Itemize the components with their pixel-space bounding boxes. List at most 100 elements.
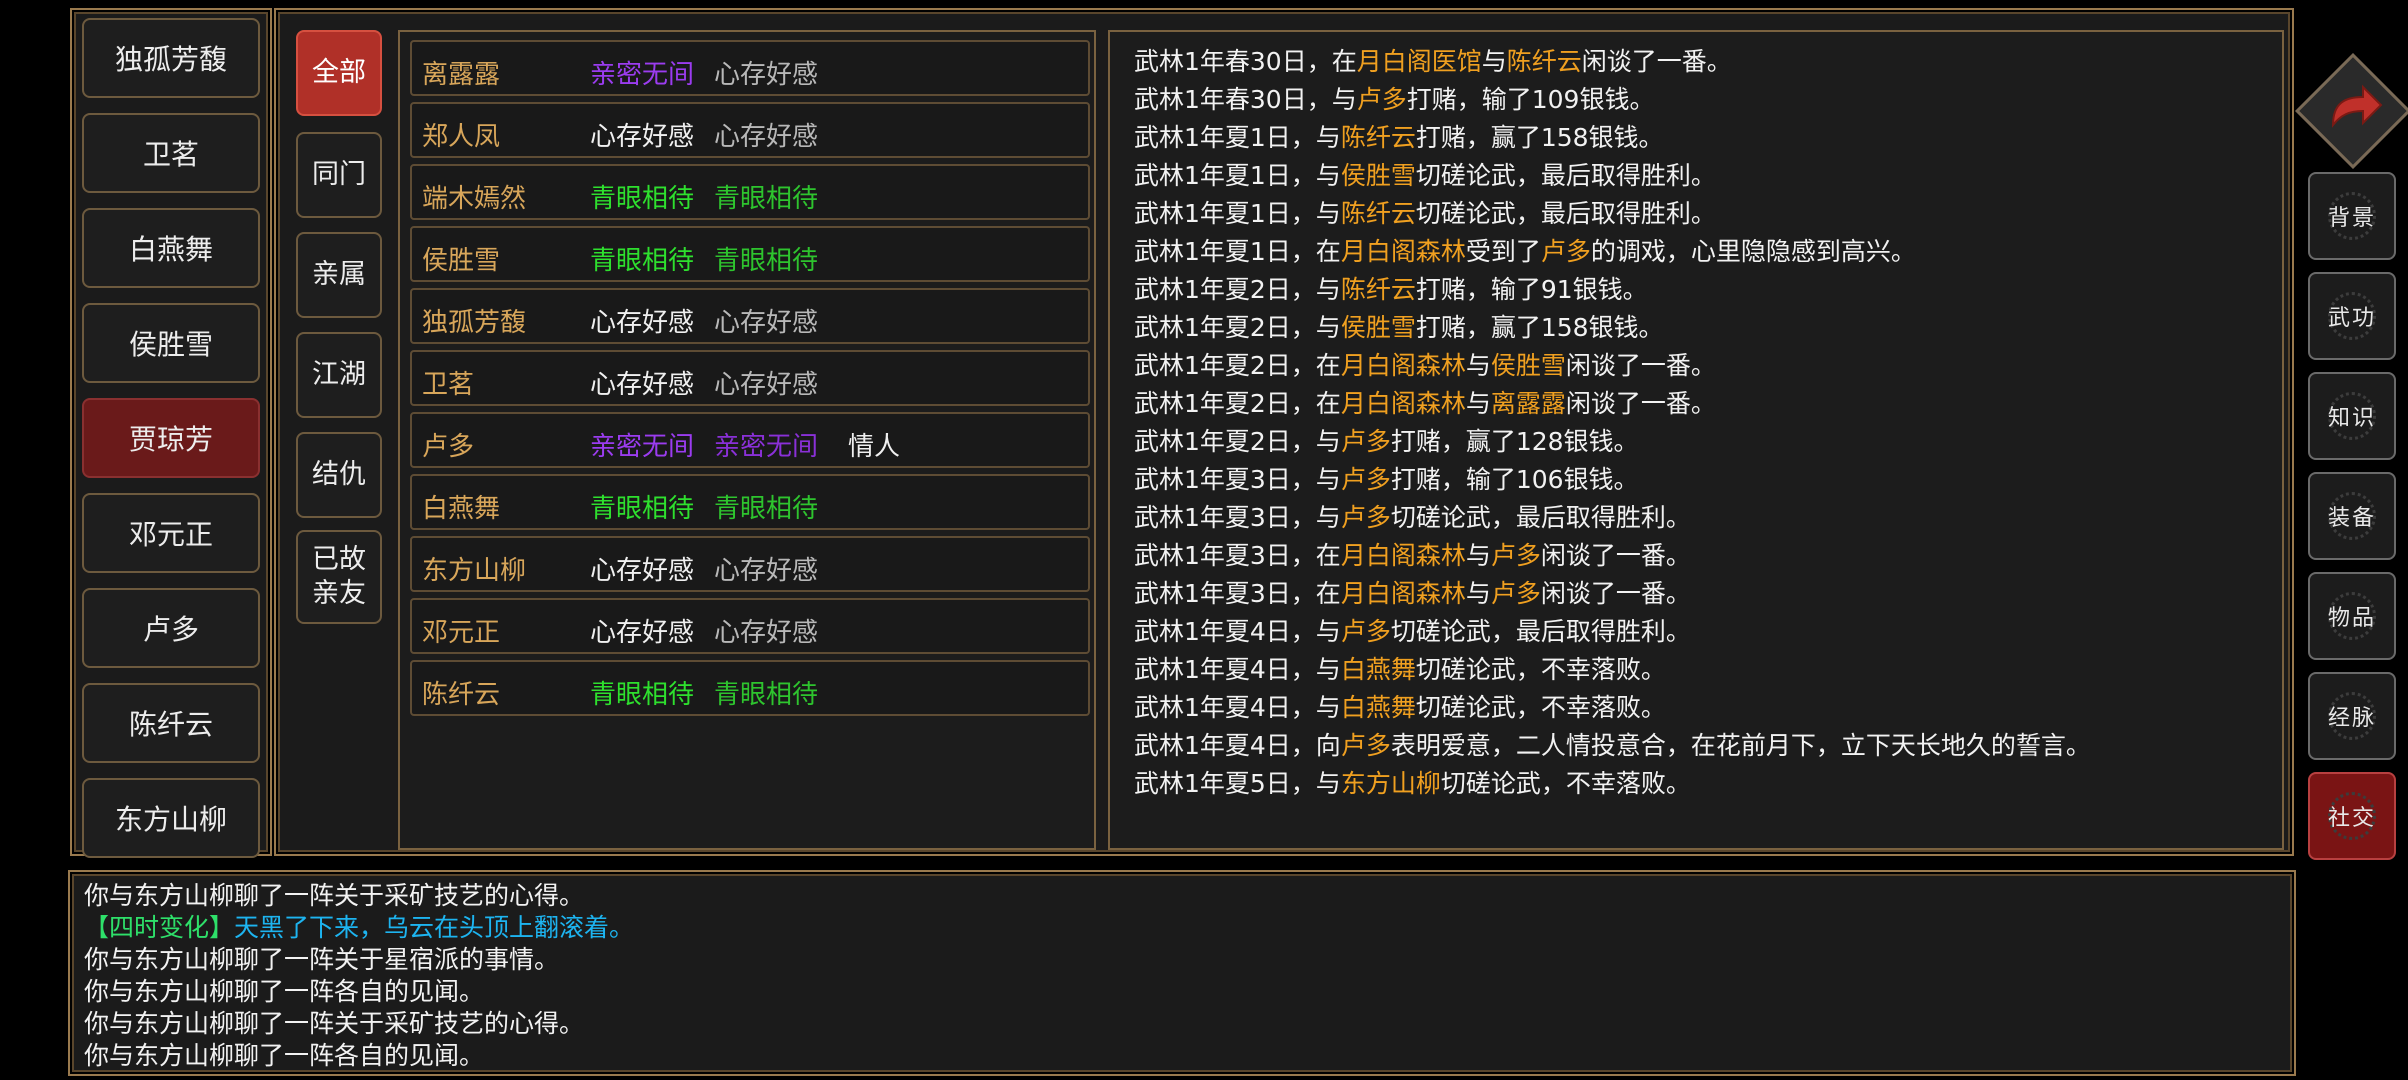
relations-main-panel: 离露露 亲密无间 心存好感 郑人凤 心存好感 心存好感 端木嫣然 青眼相待 青眼相待 侯胜雪 青眼相… <box>274 8 2294 856</box>
relation-attitude-self: 心存好感 <box>590 556 695 586</box>
relation-attitude-other: 青眼相待 <box>714 680 819 710</box>
relation-status: 情人 <box>848 432 901 462</box>
relation-attitude-self: 心存好感 <box>590 308 695 338</box>
relation-row[interactable]: 卢多 亲密无间 亲密无间 情人 <box>410 412 1090 468</box>
log-text: 与 <box>1481 47 1507 76</box>
log-text: 切磋论武，最后取得胜利。 <box>1415 161 1716 190</box>
side-menu-button[interactable]: 经脉 <box>2308 672 2396 760</box>
category-tab[interactable]: 结仇 <box>296 432 382 518</box>
character-button[interactable]: 侯胜雪 <box>82 303 260 383</box>
chat-message: 你与东方山柳聊了一阵关于采矿技艺的心得。 <box>84 1004 584 1040</box>
relation-name: 侯胜雪 <box>422 246 501 276</box>
log-text: 与 <box>1465 579 1491 608</box>
character-button[interactable]: 陈纤云 <box>82 683 260 763</box>
log-highlight: 月白阁森林 <box>1340 541 1466 570</box>
category-label: 亲属 <box>312 259 366 290</box>
log-entry: 武林1年春30日，在月白阁医馆与陈纤云闲谈了一番。 <box>1134 42 1732 78</box>
log-highlight: 陈纤云 <box>1340 275 1416 304</box>
relation-name: 卫茗 <box>422 370 475 400</box>
log-entry: 武林1年夏4日，与白燕舞切磋论武，不幸落败。 <box>1134 650 1666 686</box>
category-tab[interactable]: 已故 亲友 <box>296 530 382 624</box>
relation-attitude-self: 青眼相待 <box>590 246 695 276</box>
character-button[interactable]: 卫茗 <box>82 113 260 193</box>
event-log[interactable]: 武林1年春30日，在月白阁医馆与陈纤云闲谈了一番。 武林1年春30日，与卢多打赌，… <box>1108 30 2284 850</box>
side-menu-label: 知识 <box>2327 406 2376 431</box>
relation-row[interactable]: 陈纤云 青眼相待 青眼相待 <box>410 660 1090 716</box>
relation-row[interactable]: 端木嫣然 青眼相待 青眼相待 <box>410 164 1090 220</box>
log-text: 打赌，赢了128银钱。 <box>1390 427 1639 456</box>
log-entry: 武林1年夏3日，与卢多打赌，输了106银钱。 <box>1134 460 1639 496</box>
side-menu-button[interactable]: 知识 <box>2308 372 2396 460</box>
relation-attitude-self: 心存好感 <box>590 122 695 152</box>
log-entry: 武林1年夏1日，与陈纤云切磋论武，最后取得胜利。 <box>1134 194 1716 230</box>
log-highlight: 月白阁医馆 <box>1356 47 1482 76</box>
relation-row[interactable]: 邓元正 心存好感 心存好感 <box>410 598 1090 654</box>
side-menu-button[interactable]: 社交 <box>2308 772 2396 860</box>
category-label: 江湖 <box>312 359 366 390</box>
log-text: 与 <box>1465 389 1491 418</box>
back-arrow-button[interactable] <box>2295 53 2408 169</box>
category-tab[interactable]: 江湖 <box>296 332 382 418</box>
log-text: 武林1年夏2日，在 <box>1134 351 1341 380</box>
relation-row[interactable]: 郑人凤 心存好感 心存好感 <box>410 102 1090 158</box>
character-button[interactable]: 卢多 <box>82 588 260 668</box>
side-menu-button[interactable]: 装备 <box>2308 472 2396 560</box>
side-menu-button[interactable]: 武功 <box>2308 272 2396 360</box>
side-menu-button[interactable]: 背景 <box>2308 172 2396 260</box>
log-entry: 武林1年夏4日，与白燕舞切磋论武，不幸落败。 <box>1134 688 1666 724</box>
character-name: 侯胜雪 <box>128 328 213 361</box>
character-name: 白燕舞 <box>128 233 213 266</box>
character-button[interactable]: 白燕舞 <box>82 208 260 288</box>
relation-name: 卢多 <box>422 432 475 462</box>
relation-row[interactable]: 卫茗 心存好感 心存好感 <box>410 350 1090 406</box>
log-text: 武林1年夏1日，与 <box>1134 199 1341 228</box>
log-entry: 武林1年夏5日，与东方山柳切磋论武，不幸落败。 <box>1134 764 1691 800</box>
category-tab[interactable]: 同门 <box>296 132 382 218</box>
log-text: 与 <box>1465 541 1491 570</box>
relation-row[interactable]: 白燕舞 青眼相待 青眼相待 <box>410 474 1090 530</box>
log-text: 武林1年春30日，在 <box>1134 47 1357 76</box>
side-menu-label: 武功 <box>2327 306 2376 331</box>
character-button[interactable]: 东方山柳 <box>82 778 260 858</box>
log-text: 打赌，赢了158银钱。 <box>1415 313 1664 342</box>
message-log[interactable]: 你与东方山柳聊了一阵关于采矿技艺的心得。 【四时变化】天黑了下来，乌云在头顶上翻滚… <box>68 870 2296 1076</box>
relation-attitude-other: 青眼相待 <box>714 494 819 524</box>
relation-row[interactable]: 东方山柳 心存好感 心存好感 <box>410 536 1090 592</box>
character-name: 邓元正 <box>128 518 213 551</box>
log-text: 切磋论武，不幸落败。 <box>1440 769 1691 798</box>
log-text: 打赌，赢了158银钱。 <box>1415 123 1664 152</box>
character-name: 卢多 <box>142 613 199 646</box>
log-text: 武林1年夏4日，向 <box>1134 731 1341 760</box>
relation-name: 东方山柳 <box>422 556 527 586</box>
log-text: 武林1年夏2日，与 <box>1134 313 1341 342</box>
log-text: 的调戏，心里隐隐感到高兴。 <box>1590 237 1916 266</box>
log-text: 闲谈了一番。 <box>1540 579 1691 608</box>
relation-row[interactable]: 侯胜雪 青眼相待 青眼相待 <box>410 226 1090 282</box>
character-name: 陈纤云 <box>128 708 213 741</box>
chat-text: 你与东方山柳聊了一阵关于星宿派的事情。 <box>84 945 560 974</box>
relation-row[interactable]: 独孤芳馥 心存好感 心存好感 <box>410 288 1090 344</box>
side-menu-button[interactable]: 物品 <box>2308 572 2396 660</box>
character-button[interactable]: 贾琼芳 <box>82 398 260 478</box>
log-text: 切磋论武，最后取得胜利。 <box>1390 617 1691 646</box>
relations-list[interactable]: 离露露 亲密无间 心存好感 郑人凤 心存好感 心存好感 端木嫣然 青眼相待 青眼相待 侯胜雪 青眼相… <box>398 30 1096 850</box>
category-tab[interactable]: 全部 <box>296 30 382 116</box>
character-button[interactable]: 独孤芳馥 <box>82 18 260 98</box>
relation-attitude-other: 心存好感 <box>714 370 819 400</box>
log-text: 武林1年夏3日，在 <box>1134 579 1341 608</box>
side-menu-label: 背景 <box>2327 206 2376 231</box>
relation-attitude-self: 心存好感 <box>590 618 695 648</box>
log-text: 武林1年夏3日，在 <box>1134 541 1341 570</box>
relation-name: 郑人凤 <box>422 122 501 152</box>
log-entry: 武林1年夏1日，与侯胜雪切磋论武，最后取得胜利。 <box>1134 156 1716 192</box>
log-entry: 武林1年夏4日，向卢多表明爱意，二人情投意合，在花前月下，立下天长地久的誓言。 <box>1134 726 2091 762</box>
relation-attitude-other: 青眼相待 <box>714 184 819 214</box>
relation-row[interactable]: 离露露 亲密无间 心存好感 <box>410 40 1090 96</box>
curved-arrow-icon <box>2331 84 2383 128</box>
log-text: 与 <box>1465 351 1491 380</box>
category-tab[interactable]: 亲属 <box>296 232 382 318</box>
chat-text: 你与东方山柳聊了一阵关于采矿技艺的心得。 <box>84 1009 585 1038</box>
log-text: 表明爱意，二人情投意合，在花前月下，立下天长地久的誓言。 <box>1390 731 2091 760</box>
character-button[interactable]: 邓元正 <box>82 493 260 573</box>
log-text: 闲谈了一番。 <box>1565 389 1716 418</box>
